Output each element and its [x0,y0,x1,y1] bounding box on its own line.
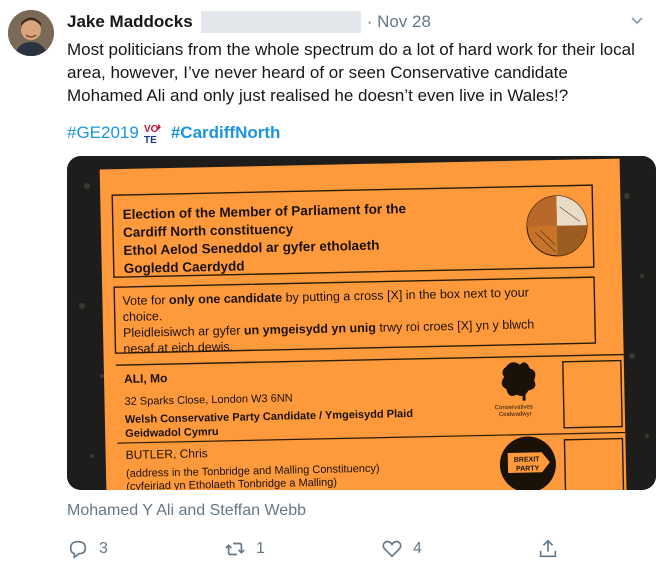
tagged-people[interactable]: Mohamed Y Ali and Steffan Webb [67,502,306,520]
candidate-2-name: BUTLER, Chris [126,446,208,462]
candidate-1-name: ALI, Mo [124,371,168,386]
like-button[interactable]: 4 [381,538,422,560]
candidate-1-description-2: Geidwadol Cymru [125,426,219,440]
tweet-text: Most politicians from the whole spectrum… [67,40,635,105]
share-button[interactable] [537,538,569,560]
ballot-instruction-2: choice. [123,309,163,324]
hashtag-ge2019[interactable]: #GE2019 [67,123,139,143]
author-handle-redacted [200,11,361,33]
tweet-date[interactable]: · Nov 28 [367,12,431,32]
svg-text:PARTY: PARTY [516,465,540,472]
tweet-header: Jake Maddocks · Nov 28 [67,9,648,35]
tweet-image[interactable]: Election of the Member of Parliament for… [67,156,656,490]
ballot-instruction-4: nesaf at eich dewis. [123,340,233,356]
vote-emoji-icon: VO TE [143,122,165,146]
reply-icon [69,540,87,559]
tweet-actions: 3 1 4 [67,538,567,566]
crest-icon [526,195,588,257]
hashtag-cardiffnorth[interactable]: #CardiffNorth [171,123,281,143]
hashtags: #GE2019 VO TE #CardiffNorth [67,122,281,146]
retweet-count: 1 [256,540,265,557]
retweet-button[interactable]: 1 [224,538,265,560]
svg-text:VO: VO [144,124,159,135]
reply-button[interactable]: 3 [67,538,108,560]
svg-text:BREXIT: BREXIT [514,456,541,464]
author-name[interactable]: Jake Maddocks [67,12,193,32]
share-icon [539,539,557,558]
avatar[interactable] [8,10,54,56]
retweet-icon [225,542,245,556]
like-icon [382,540,402,558]
chevron-down-icon[interactable] [630,13,644,27]
svg-text:Conservatives: Conservatives [495,404,533,411]
reply-count: 3 [99,540,108,557]
svg-text:TE: TE [144,135,157,144]
svg-text:Ceidwadwyr: Ceidwadwyr [499,411,532,418]
ballot-heading-4: Gogledd Caerdydd [124,258,245,276]
like-count: 4 [413,540,422,557]
